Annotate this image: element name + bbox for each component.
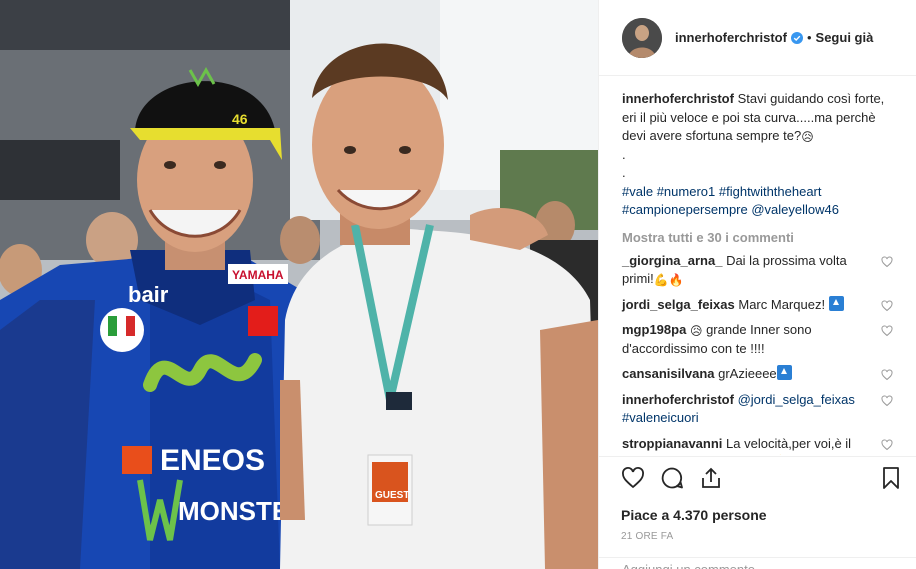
avatar-image (622, 17, 662, 58)
hashtag-link[interactable]: #vale (622, 184, 653, 199)
hashtag-link[interactable]: #valeneicuori (622, 410, 699, 425)
caption-hashtags: #vale #numero1 #fightwiththeheart #campi… (622, 183, 894, 220)
caption-dot-2: . (622, 165, 626, 180)
hashtag-link[interactable]: #campionepersempre (622, 202, 748, 217)
caption-username[interactable]: innerhoferchristof (622, 91, 734, 106)
comment-username[interactable]: mgp198pa (622, 322, 686, 337)
hashtag-link[interactable]: #fightwiththeheart (719, 184, 822, 199)
view-all-comments-link[interactable]: Mostra tutti e 30 i commenti (622, 230, 894, 245)
small-heart-icon[interactable] (881, 394, 893, 407)
mention-link[interactable]: @jordi_selga_feixas (738, 392, 855, 407)
small-heart-icon[interactable] (881, 255, 893, 268)
heart-icon[interactable] (621, 466, 645, 490)
caption-dot-1: . (622, 146, 626, 162)
comment-item: mgp198pa 😥 grande Inner sono d'accordiss… (622, 321, 894, 358)
comment-item: stroppianavanni La velocità,per voi,è il… (622, 435, 894, 455)
comment-item: cansanisilvana grAzieeee (622, 365, 894, 384)
comment-username[interactable]: innerhoferchristof (622, 392, 734, 407)
author-username[interactable]: innerhoferchristof (675, 30, 787, 45)
comment-emoji: 😥 (689, 324, 703, 338)
action-icons (621, 465, 903, 491)
svg-text:46: 46 (232, 111, 248, 127)
comment-username[interactable]: jordi_selga_feixas (622, 297, 735, 312)
comment-icon[interactable] (660, 466, 684, 490)
add-comment-bar (599, 557, 916, 569)
comment-username[interactable]: _giorgina_arna_ (622, 253, 722, 268)
small-heart-icon[interactable] (881, 299, 893, 312)
comment-username[interactable]: stroppianavanni (622, 436, 722, 451)
top-arrow-emoji (776, 365, 792, 380)
comments-list[interactable]: innerhoferchristof Stavi guidando così f… (599, 77, 916, 455)
bookmark-icon[interactable] (879, 466, 903, 490)
avatar[interactable] (622, 17, 662, 58)
sad-face-emoji: 😥 (801, 130, 814, 144)
post-header: innerhoferchristof • Segui già (599, 0, 916, 76)
follow-status-button[interactable]: Segui già (816, 30, 874, 45)
svg-text:bair: bair (128, 282, 169, 307)
post-actions: Piace a 4.370 persone 21 ORE FA (599, 456, 916, 542)
comment-username[interactable]: cansanisilvana (622, 366, 715, 381)
comment-item: innerhoferchristof @jordi_selga_feixas #… (622, 391, 894, 428)
likes-count[interactable]: Piace a 4.370 persone (621, 507, 903, 523)
mention-link[interactable]: @valeyellow46 (751, 202, 839, 217)
hashtag-link[interactable]: #numero1 (657, 184, 716, 199)
comment-emoji: 💪🔥 (653, 273, 684, 287)
svg-text:GUEST: GUEST (375, 490, 409, 501)
comment-text: grAzieeee (718, 366, 777, 381)
post-timestamp[interactable]: 21 ORE FA (621, 531, 903, 542)
comment-item: _giorgina_arna_ Dai la prossima volta pr… (622, 252, 894, 289)
comment-item: jordi_selga_feixas Marc Marquez! (622, 295, 894, 315)
small-heart-icon[interactable] (881, 325, 893, 337)
svg-text:YAMAHA: YAMAHA (232, 268, 284, 282)
photo-illustration: ENEOS MONSTER bair YAMAHA 46 GUEST (0, 0, 598, 569)
share-icon[interactable] (699, 466, 723, 490)
small-heart-icon[interactable] (881, 438, 893, 451)
post-photo[interactable]: ENEOS MONSTER bair YAMAHA 46 GUEST (0, 0, 598, 569)
verified-badge-icon (790, 31, 803, 44)
instagram-post: ENEOS MONSTER bair YAMAHA 46 GUEST inner… (0, 0, 916, 569)
small-heart-icon[interactable] (881, 369, 893, 381)
svg-text:ENEOS: ENEOS (160, 444, 265, 477)
header-separator: • (806, 30, 812, 45)
comment-text: Marc Marquez! (738, 296, 826, 312)
add-comment-input[interactable] (622, 562, 882, 569)
post-side-panel: innerhoferchristof • Segui già innerhofe… (598, 0, 916, 569)
top-arrow-emoji (828, 295, 844, 311)
post-caption: innerhoferchristof Stavi guidando così f… (622, 90, 894, 220)
